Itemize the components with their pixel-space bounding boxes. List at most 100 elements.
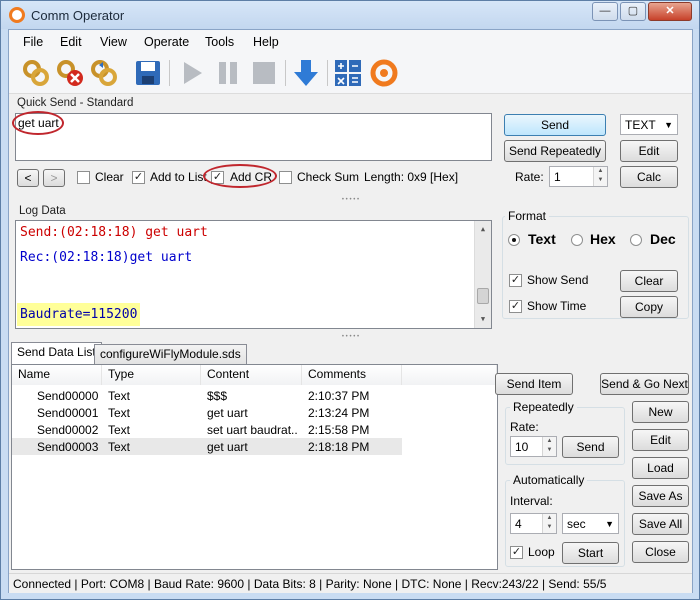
- menu-bar: File Edit View Operate Tools Help: [9, 30, 692, 54]
- send-button[interactable]: Send: [504, 114, 606, 136]
- tab-configure-wifly[interactable]: configureWiFlyModule.sds: [94, 344, 247, 364]
- splitter-grip-icon[interactable]: • • • • •: [9, 197, 692, 203]
- title-bar: Comm Operator — ▢ ✕: [1, 1, 699, 29]
- show-time-label: Show Time: [527, 299, 587, 313]
- column-header-comments[interactable]: Comments: [302, 365, 402, 385]
- save-icon[interactable]: [133, 58, 163, 88]
- close-window-button[interactable]: ✕: [648, 2, 692, 21]
- scroll-thumb[interactable]: [477, 288, 489, 304]
- check-sum-label: Check Sum: [297, 170, 360, 184]
- app-logo-icon[interactable]: [369, 58, 399, 88]
- loop-checkbox[interactable]: ✓: [510, 546, 523, 559]
- radio-dec-label: Dec: [650, 231, 676, 247]
- open-icon[interactable]: [21, 58, 51, 88]
- log-scrollbar[interactable]: ▲ ▼: [474, 221, 491, 328]
- format-select[interactable]: TEXT ▼: [620, 114, 678, 135]
- send-go-next-button[interactable]: Send & Go Next: [600, 373, 689, 395]
- cell-comments: 2:15:58 PM: [308, 423, 370, 437]
- save-as-button[interactable]: Save As: [632, 485, 689, 507]
- cell-content: set uart baudrat...: [207, 423, 297, 437]
- menu-edit[interactable]: Edit: [60, 35, 82, 49]
- chevron-down-icon: ▼: [664, 120, 673, 130]
- spin-arrows-icon[interactable]: ▲ ▼: [542, 514, 556, 533]
- menu-view[interactable]: View: [100, 35, 127, 49]
- radio-text[interactable]: [508, 234, 520, 246]
- disconnect-icon[interactable]: [55, 58, 85, 88]
- show-send-checkbox[interactable]: ✓: [509, 274, 522, 287]
- splitter-grip-icon[interactable]: • • • • •: [9, 334, 692, 340]
- check-sum-checkbox[interactable]: [279, 171, 292, 184]
- spin-arrows-icon[interactable]: ▲ ▼: [593, 167, 607, 186]
- list-rate-value: 10: [515, 440, 529, 454]
- add-to-list-label: Add to List: [150, 170, 207, 184]
- show-time-checkbox[interactable]: ✓: [509, 300, 522, 313]
- table-row[interactable]: Send00001 Text get uart 2:13:24 PM: [12, 404, 497, 421]
- menu-operate[interactable]: Operate: [144, 35, 189, 49]
- spin-arrows-icon[interactable]: ▲ ▼: [542, 437, 556, 456]
- send-data-list[interactable]: Name Type Content Comments Send00000 Tex…: [11, 364, 498, 570]
- menu-tools[interactable]: Tools: [205, 35, 234, 49]
- interval-label: Interval:: [510, 494, 553, 508]
- cell-comments: 2:18:18 PM: [308, 440, 370, 454]
- stop-icon[interactable]: [249, 58, 279, 88]
- toolbar-separator: [327, 60, 328, 86]
- list-edit-button[interactable]: Edit: [632, 429, 689, 451]
- list-send-button[interactable]: Send: [562, 436, 619, 458]
- menu-file[interactable]: File: [23, 35, 43, 49]
- rate-label: Rate:: [515, 170, 544, 184]
- scroll-up-icon[interactable]: ▲: [475, 221, 491, 238]
- column-header-name[interactable]: Name: [12, 365, 102, 385]
- download-icon[interactable]: [291, 58, 321, 88]
- maximize-button[interactable]: ▢: [620, 2, 646, 21]
- status-bar: Connected | Port: COM8 | Baud Rate: 9600…: [9, 573, 692, 593]
- save-all-button[interactable]: Save All: [632, 513, 689, 535]
- pause-icon[interactable]: [213, 58, 243, 88]
- rate-spinner[interactable]: 1 ▲ ▼: [549, 166, 608, 187]
- edit-button[interactable]: Edit: [620, 140, 678, 162]
- toolbar-separator: [285, 60, 286, 86]
- interval-unit-value: sec: [567, 517, 586, 531]
- rate-value: 1: [554, 170, 561, 184]
- send-repeatedly-button[interactable]: Send Repeatedly: [504, 140, 606, 162]
- send-item-button[interactable]: Send Item: [495, 373, 573, 395]
- show-send-label: Show Send: [527, 273, 589, 287]
- annotation-circle: [203, 164, 277, 188]
- interval-spinner[interactable]: 4 ▲ ▼: [510, 513, 557, 534]
- cell-content: $$$: [207, 389, 228, 403]
- log-data-title: Log Data: [19, 205, 66, 217]
- menu-help[interactable]: Help: [253, 35, 279, 49]
- list-rate-spinner[interactable]: 10 ▲ ▼: [510, 436, 557, 457]
- next-button[interactable]: >: [43, 169, 65, 187]
- table-row[interactable]: Send00000 Text $$$ 2:10:37 PM: [12, 387, 497, 404]
- quick-send-input[interactable]: get uart: [15, 113, 492, 161]
- radio-hex[interactable]: [571, 234, 583, 246]
- clear-checkbox[interactable]: [77, 171, 90, 184]
- table-row[interactable]: Send00002 Text set uart baudrat... 2:15:…: [12, 421, 497, 438]
- prev-button[interactable]: <: [17, 169, 39, 187]
- log-clear-button[interactable]: Clear: [620, 270, 678, 292]
- tab-send-data-list[interactable]: Send Data List: [11, 342, 102, 364]
- log-line-receive: Rec:(02:18:18)get uart: [20, 250, 193, 265]
- new-button[interactable]: New: [632, 401, 689, 423]
- log-output[interactable]: Send:(02:18:18) get uart Rec:(02:18:18)g…: [15, 220, 492, 329]
- calc-button[interactable]: Calc: [620, 166, 678, 188]
- column-header-type[interactable]: Type: [102, 365, 201, 385]
- client-area: File Edit View Operate Tools Help Quick …: [8, 29, 693, 593]
- cell-type: Text: [108, 389, 131, 403]
- close-list-button[interactable]: Close: [632, 541, 689, 563]
- scroll-down-icon[interactable]: ▼: [475, 311, 491, 328]
- minimize-button[interactable]: —: [592, 2, 618, 21]
- cell-comments: 2:13:24 PM: [308, 406, 370, 420]
- add-to-list-checkbox[interactable]: ✓: [132, 171, 145, 184]
- radio-dec[interactable]: [630, 234, 642, 246]
- table-row-selected[interactable]: Send00003 Text get uart 2:18:18 PM: [12, 438, 402, 455]
- interval-unit-select[interactable]: sec ▼: [562, 513, 619, 534]
- play-icon[interactable]: [177, 58, 207, 88]
- log-copy-button[interactable]: Copy: [620, 296, 678, 318]
- connect-settings-icon[interactable]: [89, 58, 119, 88]
- calculator-icon[interactable]: [333, 58, 363, 88]
- load-button[interactable]: Load: [632, 457, 689, 479]
- start-button[interactable]: Start: [562, 542, 619, 564]
- cell-type: Text: [108, 440, 131, 454]
- column-header-content[interactable]: Content: [201, 365, 302, 385]
